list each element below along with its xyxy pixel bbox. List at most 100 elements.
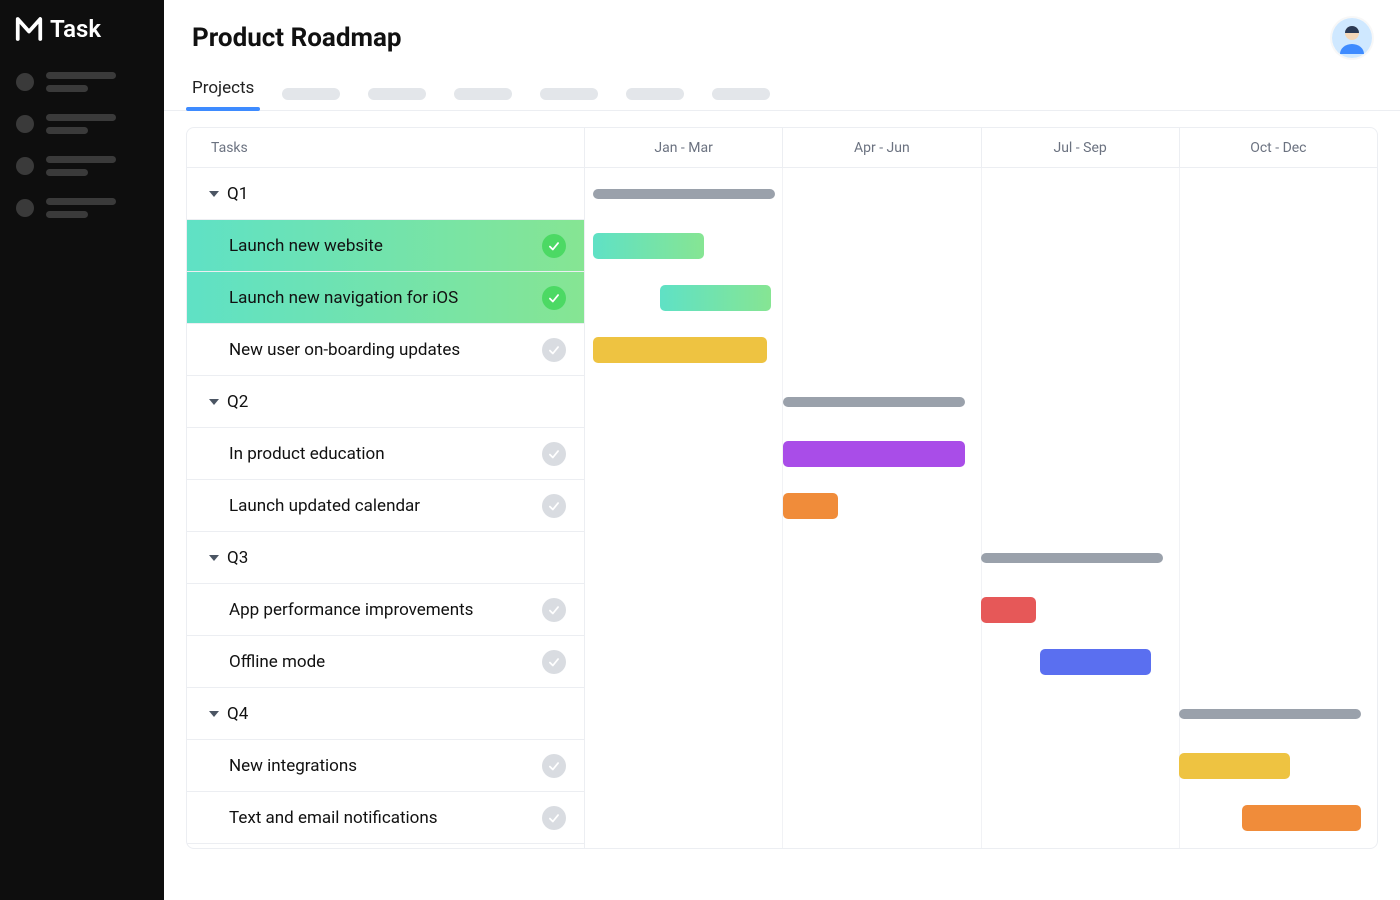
group-bar[interactable] — [783, 397, 965, 407]
check-done-icon[interactable] — [542, 286, 566, 310]
timeline-row — [585, 532, 1377, 584]
timeline-row — [585, 220, 1377, 272]
task-label: App performance improvements — [229, 600, 473, 620]
placeholder-dot-icon — [16, 115, 34, 133]
task-label: New user on-boarding updates — [229, 340, 460, 360]
app-logo: Task — [0, 14, 164, 68]
group-label: Q4 — [227, 704, 248, 724]
placeholder-bars — [46, 156, 116, 176]
check-pending-icon[interactable] — [542, 494, 566, 518]
placeholder-bars — [46, 114, 116, 134]
task-label: Text and email notifications — [229, 808, 438, 828]
placeholder-dot-icon — [16, 157, 34, 175]
tab-placeholder[interactable] — [454, 88, 512, 100]
timeline-row — [585, 428, 1377, 480]
task-row[interactable]: Text and email notifications — [187, 792, 584, 844]
task-label: Launch new navigation for iOS — [229, 288, 458, 308]
task-row[interactable]: Offline mode — [187, 636, 584, 688]
header: Product Roadmap — [164, 0, 1400, 66]
check-pending-icon[interactable] — [542, 806, 566, 830]
task-bar[interactable] — [981, 597, 1036, 623]
tab-placeholder[interactable] — [626, 88, 684, 100]
sidebar-item-placeholder[interactable] — [16, 198, 148, 218]
logo-icon — [14, 14, 44, 44]
group-bar[interactable] — [593, 189, 775, 199]
timeline-row — [585, 688, 1377, 740]
check-pending-icon[interactable] — [542, 650, 566, 674]
timeline-row — [585, 324, 1377, 376]
caret-down-icon — [209, 191, 219, 197]
timeline-header-cell: Jul - Sep — [981, 128, 1179, 168]
task-bar[interactable] — [660, 285, 771, 311]
timeline-header-cell: Jan - Mar — [585, 128, 782, 168]
group-row[interactable]: Q1 — [187, 168, 584, 220]
sidebar-item-placeholder[interactable] — [16, 114, 148, 134]
group-label: Q3 — [227, 548, 248, 568]
check-pending-icon[interactable] — [542, 598, 566, 622]
caret-down-icon — [209, 399, 219, 405]
tab-placeholder[interactable] — [368, 88, 426, 100]
tasks-column: Tasks Q1 Launch new website Launch new nav… — [187, 128, 585, 848]
sidebar-nav — [0, 68, 164, 222]
tab-placeholder[interactable] — [282, 88, 340, 100]
placeholder-bars — [46, 72, 116, 92]
tab-projects[interactable]: Projects — [192, 78, 254, 110]
task-label: Launch new website — [229, 236, 383, 256]
check-pending-icon[interactable] — [542, 754, 566, 778]
timeline: Jan - MarApr - JunJul - SepOct - Dec — [585, 128, 1377, 848]
check-done-icon[interactable] — [542, 234, 566, 258]
task-label: New integrations — [229, 756, 357, 776]
timeline-row — [585, 376, 1377, 428]
group-row[interactable]: Q2 — [187, 376, 584, 428]
timeline-row — [585, 480, 1377, 532]
group-row[interactable]: Q4 — [187, 688, 584, 740]
tab-placeholder[interactable] — [540, 88, 598, 100]
tab-placeholder[interactable] — [712, 88, 770, 100]
task-bar[interactable] — [1242, 805, 1361, 831]
task-bar[interactable] — [593, 337, 767, 363]
task-label: Launch updated calendar — [229, 496, 420, 516]
task-bar[interactable] — [593, 233, 704, 259]
gantt-panel: Tasks Q1 Launch new website Launch new nav… — [186, 127, 1378, 849]
caret-down-icon — [209, 555, 219, 561]
task-row[interactable]: App performance improvements — [187, 584, 584, 636]
task-row[interactable]: New integrations — [187, 740, 584, 792]
group-row[interactable]: Q3 — [187, 532, 584, 584]
task-bar[interactable] — [783, 493, 838, 519]
timeline-row — [585, 584, 1377, 636]
placeholder-dot-icon — [16, 73, 34, 91]
task-bar[interactable] — [1040, 649, 1151, 675]
timeline-row — [585, 792, 1377, 844]
placeholder-bars — [46, 198, 116, 218]
timeline-header-cell: Apr - Jun — [782, 128, 980, 168]
placeholder-dot-icon — [16, 199, 34, 217]
timeline-row — [585, 272, 1377, 324]
group-bar[interactable] — [1179, 709, 1361, 719]
task-row[interactable]: In product education — [187, 428, 584, 480]
group-bar[interactable] — [981, 553, 1163, 563]
task-bar[interactable] — [783, 441, 965, 467]
task-label: In product education — [229, 444, 385, 464]
timeline-row — [585, 740, 1377, 792]
task-row[interactable]: Launch updated calendar — [187, 480, 584, 532]
task-label: Offline mode — [229, 652, 325, 672]
timeline-row — [585, 168, 1377, 220]
sidebar-item-placeholder[interactable] — [16, 156, 148, 176]
sidebar-item-placeholder[interactable] — [16, 72, 148, 92]
tabs: Projects — [164, 66, 1400, 111]
task-row[interactable]: Launch new website — [187, 220, 584, 272]
sidebar: Task — [0, 0, 164, 900]
group-label: Q1 — [227, 184, 248, 204]
app-name: Task — [50, 15, 101, 43]
task-row[interactable]: New user on-boarding updates — [187, 324, 584, 376]
check-pending-icon[interactable] — [542, 442, 566, 466]
check-pending-icon[interactable] — [542, 338, 566, 362]
tasks-column-header: Tasks — [187, 128, 584, 168]
group-label: Q2 — [227, 392, 248, 412]
task-row[interactable]: Launch new navigation for iOS — [187, 272, 584, 324]
caret-down-icon — [209, 711, 219, 717]
task-bar[interactable] — [1179, 753, 1290, 779]
user-avatar[interactable] — [1332, 18, 1372, 58]
timeline-header-cell: Oct - Dec — [1179, 128, 1377, 168]
main: Product Roadmap Projects Tas — [164, 0, 1400, 900]
